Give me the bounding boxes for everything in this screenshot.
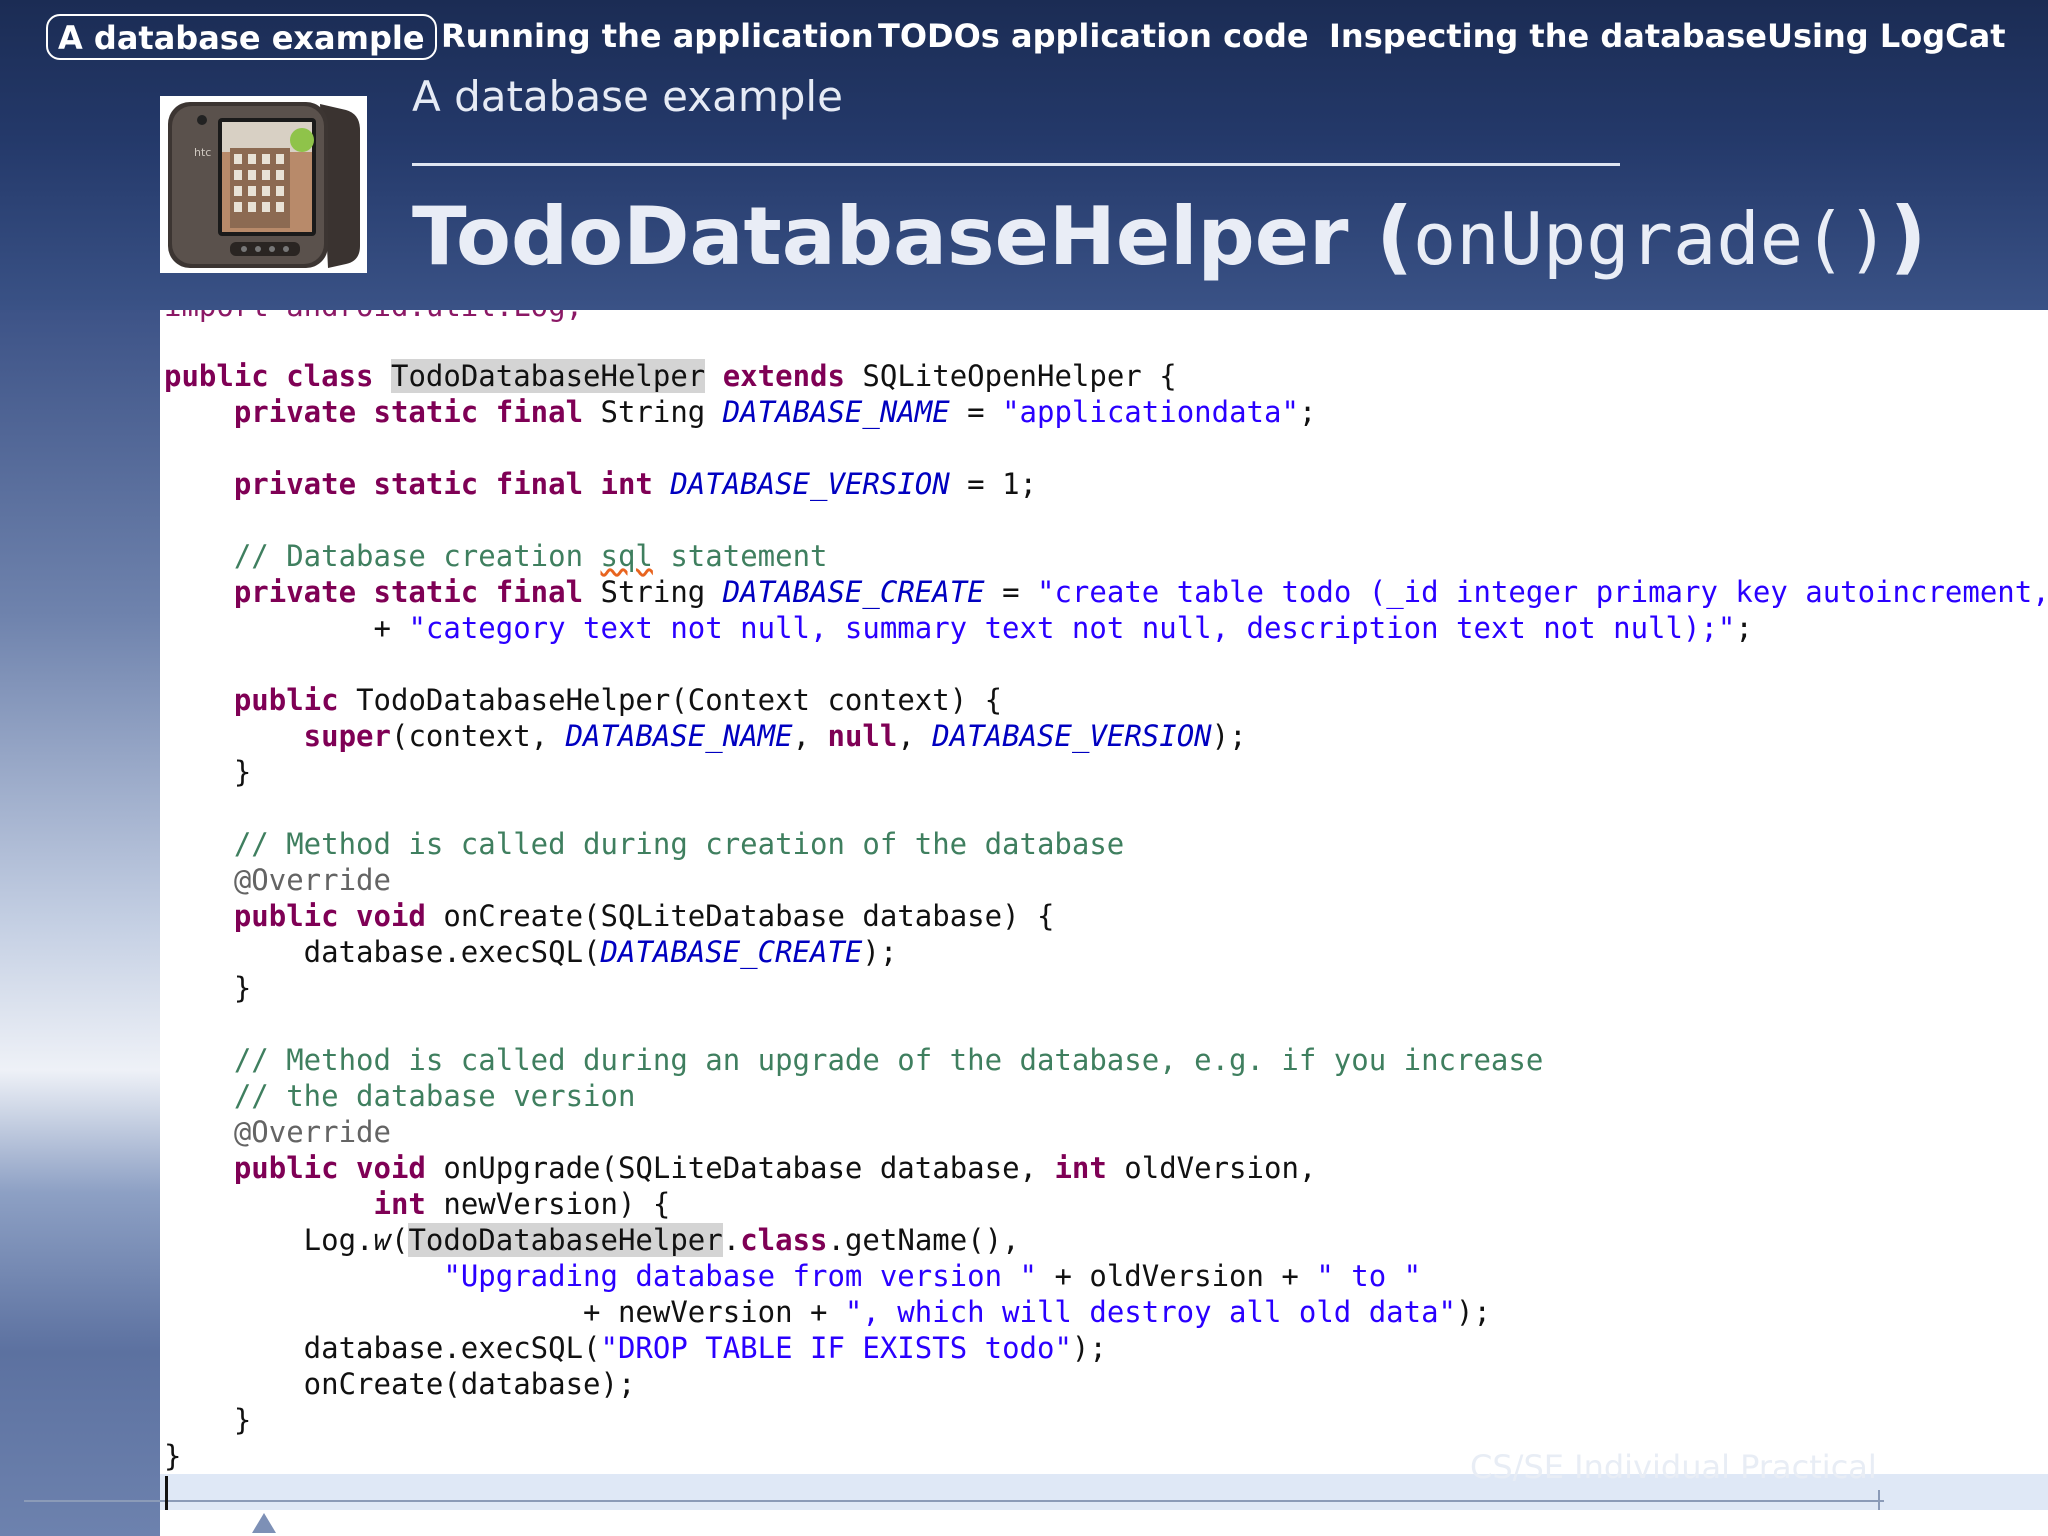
nav-item-using-logcat[interactable]: Using LogCat: [1767, 14, 2005, 60]
code-line: Log.w(TodoDatabaseHelper.class.getName()…: [164, 1223, 1020, 1257]
android-phone-image: htc: [160, 96, 367, 273]
code-line: + "category text not null, summary text …: [164, 611, 1753, 645]
progress-end-tick: [1878, 1490, 1880, 1510]
code-line: public void onUpgrade(SQLiteDatabase dat…: [164, 1151, 1317, 1185]
code-line-cropped-import: import android.util.Log;: [164, 310, 583, 324]
side-gradient-strip: [0, 310, 160, 1536]
code-line: database.execSQL("DROP TABLE IF EXISTS t…: [164, 1331, 1107, 1365]
code-line: private static final String DATABASE_NAM…: [164, 395, 1317, 429]
frame-title-close-paren: ): [1889, 190, 1927, 283]
frame-title-method: onUpgrade(): [1412, 197, 1890, 281]
code-line: onCreate(database);: [164, 1367, 636, 1401]
code-line: public void onCreate(SQLiteDatabase data…: [164, 899, 1055, 933]
nav-item-running-application[interactable]: Running the application: [441, 14, 874, 60]
section-title: A database example: [412, 72, 843, 121]
code-line: }: [164, 1403, 252, 1437]
highlighted-class-name: TodoDatabaseHelper: [408, 1223, 723, 1257]
nav-item-database-example[interactable]: A database example: [46, 14, 437, 60]
svg-text:htc: htc: [194, 146, 211, 159]
code-line: private static final int DATABASE_VERSIO…: [164, 467, 1038, 501]
frame-title-class: TodoDatabaseHelper: [412, 190, 1349, 283]
code-line: "Upgrading database from version " + old…: [443, 1259, 1422, 1293]
text-cursor: [165, 1476, 168, 1510]
code-line: public TodoDatabaseHelper(Context contex…: [164, 683, 1003, 717]
code-line: // Method is called during creation of t…: [164, 827, 1125, 861]
code-line: private static final String DATABASE_CRE…: [164, 575, 2048, 609]
nav-item-inspecting-database[interactable]: Inspecting the database: [1329, 14, 1767, 60]
code-line: // the database version: [164, 1079, 636, 1113]
code-line: database.execSQL(DATABASE_CREATE);: [164, 935, 898, 969]
code-line: + newVersion + ", which will destroy all…: [164, 1295, 1491, 1329]
progress-line: [24, 1500, 1884, 1502]
code-line: }: [164, 755, 252, 789]
section-nav: A database example Running the applicati…: [0, 14, 2048, 62]
footer-course-title: CS/SE Individual Practical: [1470, 1448, 1877, 1486]
spellcheck-squiggle: sql: [600, 539, 653, 573]
code-line: }: [164, 971, 252, 1005]
code-line: int newVersion) {: [164, 1187, 671, 1221]
code-line: }: [164, 1439, 182, 1473]
title-divider: [412, 163, 1620, 166]
code-line: public class TodoDatabaseHelper extends …: [164, 359, 1177, 393]
frame-title-open-paren: (: [1376, 190, 1413, 283]
frame-title: TodoDatabaseHelper (onUpgrade()): [412, 190, 1926, 283]
code-line: // Method is called during an upgrade of…: [164, 1043, 1544, 1077]
code-line: @Override: [164, 1115, 391, 1149]
code-screenshot: import android.util.Log; public class To…: [160, 310, 2048, 1475]
progress-marker-icon[interactable]: [252, 1513, 276, 1533]
highlighted-class-name: TodoDatabaseHelper: [390, 359, 706, 393]
nav-item-todos-code[interactable]: TODOs application code: [878, 14, 1309, 60]
code-line: // Database creation sql statement: [164, 539, 828, 573]
code-line: @Override: [164, 863, 391, 897]
code-line: super(context, DATABASE_NAME, null, DATA…: [164, 719, 1247, 753]
